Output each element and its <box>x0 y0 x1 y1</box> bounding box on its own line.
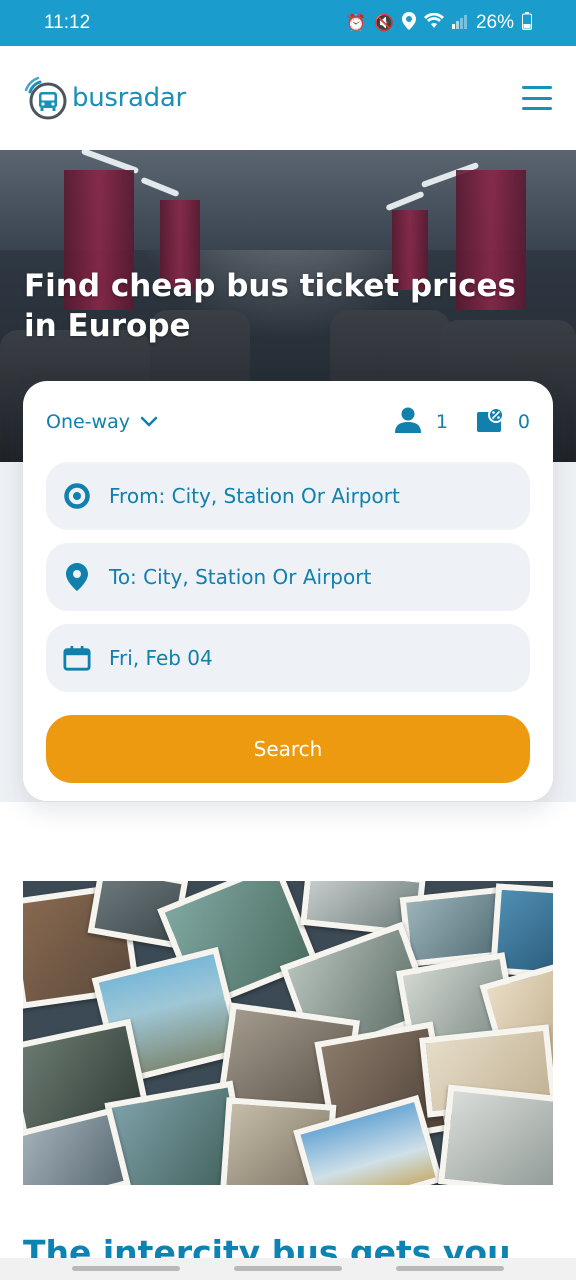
to-field[interactable]: To: City, Station Or Airport <box>46 543 530 611</box>
trip-type-dropdown[interactable]: One-way <box>46 411 158 433</box>
battery-percent: 26% <box>475 12 514 33</box>
bus-radar-logo-icon <box>24 76 68 120</box>
discount-card-icon <box>476 406 504 438</box>
passenger-count-button[interactable]: 1 <box>394 407 448 438</box>
battery-icon <box>522 11 532 35</box>
back-button[interactable] <box>396 1266 504 1271</box>
alarm-icon: ⏰ <box>346 15 367 32</box>
status-icons: ⏰ 🔇 26% <box>346 11 532 35</box>
signal-icon <box>451 13 468 34</box>
system-nav-bar <box>0 1258 576 1280</box>
section-title: The intercity bus gets you <box>23 1233 511 1262</box>
to-placeholder: To: City, Station Or Airport <box>109 565 372 589</box>
person-icon <box>394 407 422 438</box>
date-field[interactable]: Fri, Feb 04 <box>46 624 530 692</box>
app-header: busradar <box>0 46 576 150</box>
postcard-collage-image <box>23 881 553 1185</box>
trip-type-label: One-way <box>46 411 130 433</box>
from-field[interactable]: From: City, Station Or Airport <box>46 462 530 530</box>
discount-cards-button[interactable]: 0 <box>476 406 530 438</box>
from-placeholder: From: City, Station Or Airport <box>109 484 400 508</box>
trip-options-row: One-way 1 0 <box>46 406 530 438</box>
home-button[interactable] <box>234 1266 342 1271</box>
mute-icon: 🔇 <box>374 15 394 32</box>
date-value: Fri, Feb 04 <box>109 646 213 670</box>
wifi-icon <box>423 12 444 34</box>
hamburger-menu-icon[interactable] <box>522 86 552 110</box>
passenger-count: 1 <box>435 411 448 433</box>
status-time: 11:12 <box>44 12 91 33</box>
passenger-controls: 1 0 <box>394 406 530 438</box>
search-button[interactable]: Search <box>46 715 530 783</box>
calendar-icon <box>63 644 91 672</box>
chevron-down-icon <box>140 411 158 433</box>
logo-text: busradar <box>72 83 186 113</box>
discount-count: 0 <box>517 411 530 433</box>
postcard <box>438 1084 553 1185</box>
search-card: One-way 1 0 From: City, Station Or Airpo… <box>23 381 553 801</box>
logo[interactable]: busradar <box>24 76 186 120</box>
location-pin-icon <box>63 563 91 591</box>
hero-title: Find cheap bus ticket prices in Europe <box>24 268 516 344</box>
status-bar: 11:12 ⏰ 🔇 26% <box>0 0 576 46</box>
origin-dot-icon <box>63 482 91 510</box>
recent-apps-button[interactable] <box>72 1266 180 1271</box>
location-icon <box>401 11 416 35</box>
